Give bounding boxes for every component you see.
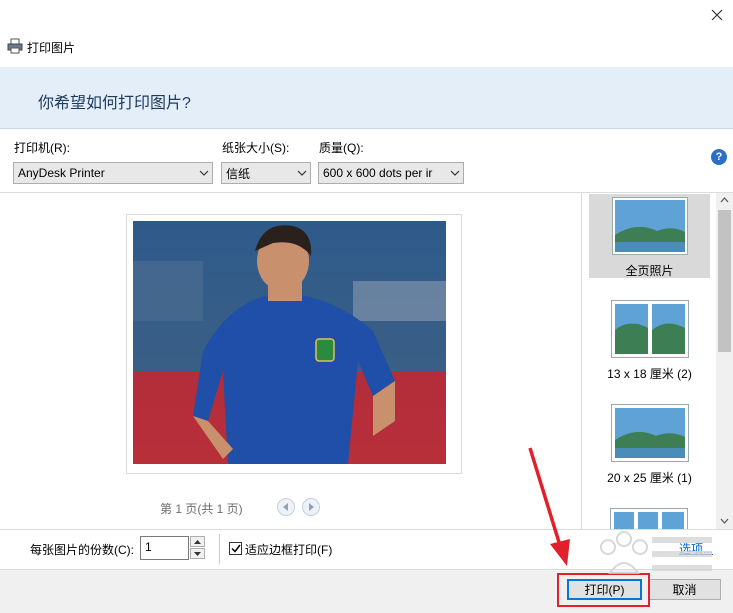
chevron-down-icon [196,170,212,176]
paper-size-select[interactable]: 信纸 [221,162,311,184]
chevron-down-icon [294,170,310,176]
photo-preview [133,221,446,464]
close-button[interactable] [704,3,730,27]
layout-item[interactable]: 13 x 18 厘米 (2) [589,300,710,384]
annotation-arrow-icon [528,447,570,566]
copies-input[interactable]: 1 [140,536,189,560]
watermark-logo [600,531,712,574]
layout-item[interactable]: 全页照片 [589,194,710,278]
previous-page-button[interactable] [277,498,295,516]
printer-select[interactable]: AnyDesk Printer [13,162,213,184]
fit-to-frame-checkbox[interactable] [229,542,242,555]
fit-to-frame-label[interactable]: 适应边框打印(F) [245,541,332,558]
divider [219,534,220,564]
arrow-right-icon [309,503,314,511]
copies-label: 每张图片的份数(C): [30,543,134,557]
chevron-up-icon [194,539,201,544]
window-title: 打印图片 [27,41,76,55]
quality-label: 质量(Q): [319,141,364,155]
copies-increment[interactable] [190,536,205,547]
layout-item[interactable]: 20 x 25 厘米 (1) [589,404,710,488]
help-icon[interactable]: ? [711,149,727,165]
chevron-down-icon [447,170,463,176]
scroll-down-icon[interactable] [720,518,729,524]
paper-size-label: 纸张大小(S): [222,141,290,155]
copies-decrement[interactable] [190,548,205,559]
checkmark-icon [230,544,241,553]
chevron-down-icon [194,551,201,556]
landscape-thumbnail-icon [610,404,689,462]
printer-icon [7,38,23,54]
landscape-thumbnail-icon [611,197,688,255]
scrollbar-thumb[interactable] [718,210,731,352]
next-page-button[interactable] [302,498,320,516]
scroll-up-icon[interactable] [720,197,729,203]
printer-label: 打印机(R): [14,141,70,155]
page-title: 你希望如何打印图片? [38,95,191,112]
arrow-left-icon [283,503,288,511]
layout-caption: 13 x 18 厘米 (2) [607,367,692,381]
page-indicator: 第 1 页(共 1 页) [160,502,243,516]
layout-caption: 全页照片 [625,264,674,278]
paper-size-value: 信纸 [226,166,251,181]
layout-caption: 20 x 25 厘米 (1) [607,471,692,485]
quality-select[interactable]: 600 x 600 dots per ir [318,162,464,184]
close-icon [711,9,723,21]
two-portrait-thumbnail-icon [610,300,689,358]
printer-value: AnyDesk Printer [18,166,105,180]
quality-value: 600 x 600 dots per ir [323,166,433,180]
